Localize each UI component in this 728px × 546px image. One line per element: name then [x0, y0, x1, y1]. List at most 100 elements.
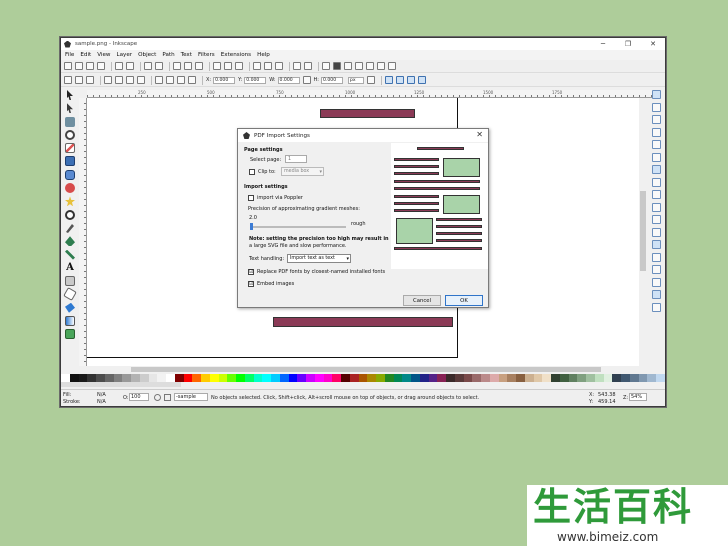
pen-tool-icon[interactable] — [65, 236, 75, 247]
x-input[interactable]: 0.000 — [213, 76, 236, 84]
palette-swatch[interactable] — [656, 374, 665, 382]
measure-tool-icon[interactable] — [65, 143, 75, 154]
palette-swatch[interactable] — [209, 374, 219, 382]
palette-swatch[interactable] — [507, 374, 516, 382]
snap-intersection-icon[interactable] — [652, 190, 661, 199]
raise-icon[interactable] — [166, 76, 174, 84]
palette-swatch[interactable] — [69, 374, 79, 382]
text-handling-select[interactable]: Import text as text ▾ — [287, 254, 351, 263]
horizontal-scroll-thumb[interactable] — [131, 367, 601, 372]
ellipse-tool-icon[interactable] — [65, 183, 75, 194]
clip-to-select[interactable]: media box ▾ — [281, 167, 324, 176]
palette-swatch[interactable] — [594, 374, 604, 382]
unlink-clone-icon[interactable] — [275, 62, 283, 70]
palette-swatch[interactable] — [297, 374, 306, 382]
precision-slider-track[interactable] — [250, 226, 346, 228]
palette-swatch[interactable] — [139, 374, 149, 382]
snap-bbox-corner-icon[interactable] — [652, 127, 661, 137]
snap-guide-icon[interactable] — [652, 302, 661, 312]
flip-vertical-icon[interactable] — [137, 76, 145, 84]
palette-swatch[interactable] — [148, 374, 158, 382]
star-tool-icon[interactable] — [65, 196, 75, 207]
unit-select[interactable]: px — [348, 76, 364, 84]
palette-swatch[interactable] — [384, 374, 394, 382]
select-all-icon[interactable] — [64, 76, 72, 84]
import-icon[interactable] — [115, 62, 123, 70]
eye-icon[interactable] — [154, 394, 161, 401]
palette-swatch[interactable] — [577, 374, 586, 382]
lock-icon[interactable] — [302, 76, 311, 84]
layers-icon[interactable] — [344, 62, 352, 70]
scale-corners-icon[interactable] — [396, 76, 404, 84]
raise-to-top-icon[interactable] — [155, 76, 163, 84]
palette-swatch[interactable] — [288, 374, 298, 382]
menu-extensions[interactable]: Extensions — [221, 52, 251, 58]
scale-stroke-icon[interactable] — [385, 76, 393, 84]
snap-grid-icon[interactable] — [652, 290, 661, 299]
menu-object[interactable]: Object — [138, 52, 156, 58]
align-distribute-icon[interactable] — [366, 62, 374, 70]
palette-swatch[interactable] — [559, 374, 569, 382]
xml-editor-icon[interactable] — [355, 62, 363, 70]
palette-swatch[interactable] — [516, 374, 525, 382]
palette-swatch[interactable] — [612, 374, 621, 382]
menu-filters[interactable]: Filters — [198, 52, 215, 58]
palette-swatch[interactable] — [568, 374, 578, 382]
zoom-input[interactable]: 54% — [629, 393, 647, 401]
lock-layer-icon[interactable] — [164, 394, 171, 401]
redo-icon[interactable] — [155, 62, 163, 70]
calligraphy-tool-icon[interactable] — [65, 249, 75, 260]
import-poppler-checkbox[interactable] — [248, 195, 254, 201]
palette-swatch[interactable] — [341, 374, 350, 382]
palette-swatch[interactable] — [332, 374, 341, 382]
palette-swatch[interactable] — [367, 374, 376, 382]
snap-cusp-icon[interactable] — [652, 202, 661, 212]
palette-swatch[interactable] — [61, 374, 70, 382]
snap-toggle-icon[interactable] — [652, 90, 661, 99]
ok-button[interactable]: OK — [445, 295, 483, 306]
opacity-input[interactable]: 100 — [129, 393, 149, 401]
group-icon[interactable] — [293, 62, 301, 70]
node-tool-icon[interactable] — [67, 103, 73, 114]
undo-icon[interactable] — [144, 62, 152, 70]
palette-swatch[interactable] — [603, 374, 613, 382]
snap-bbox-icon[interactable] — [652, 102, 661, 112]
zoom-selection-icon[interactable] — [213, 62, 221, 70]
palette-swatch[interactable] — [446, 374, 455, 382]
palette-swatch[interactable] — [542, 374, 551, 382]
new-document-icon[interactable] — [64, 62, 72, 70]
gradient-tool-icon[interactable] — [65, 316, 75, 327]
select-page-spinner[interactable]: 1 — [285, 155, 307, 163]
move-gradients-icon[interactable] — [407, 76, 415, 84]
snap-path-icon[interactable] — [652, 177, 661, 187]
eraser-tool-icon[interactable] — [63, 287, 77, 302]
palette-swatch[interactable] — [192, 374, 201, 382]
canvas-bar[interactable] — [273, 317, 453, 327]
color-palette[interactable] — [61, 374, 665, 382]
palette-swatch[interactable] — [279, 374, 289, 382]
palette-swatch[interactable] — [481, 374, 490, 382]
spiral-tool-icon[interactable] — [65, 209, 75, 220]
snap-nodes-icon[interactable] — [652, 165, 661, 174]
palette-swatch[interactable] — [306, 374, 315, 382]
palette-swatch[interactable] — [411, 374, 420, 382]
text-tool-icon[interactable]: A — [65, 262, 75, 273]
selector-tool-icon[interactable] — [67, 90, 73, 100]
palette-swatch[interactable] — [472, 374, 481, 382]
palette-swatch[interactable] — [437, 374, 446, 382]
palette-swatch[interactable] — [402, 374, 411, 382]
h-input[interactable]: 0.000 — [321, 76, 343, 84]
spray-tool-icon[interactable] — [65, 276, 75, 287]
palette-swatch[interactable] — [533, 374, 543, 382]
palette-swatch[interactable] — [227, 374, 236, 382]
snap-bbox-edge-icon[interactable] — [652, 115, 661, 124]
export-icon[interactable] — [126, 62, 134, 70]
preferences-icon[interactable] — [377, 62, 385, 70]
lower-to-bottom-icon[interactable] — [188, 76, 196, 84]
tweak-tool-icon[interactable] — [65, 116, 75, 127]
palette-swatch[interactable] — [629, 374, 639, 382]
palette-swatch[interactable] — [524, 374, 534, 382]
y-input[interactable]: 0.000 — [244, 76, 267, 84]
menu-edit[interactable]: Edit — [80, 52, 91, 58]
palette-swatch[interactable] — [271, 374, 280, 382]
